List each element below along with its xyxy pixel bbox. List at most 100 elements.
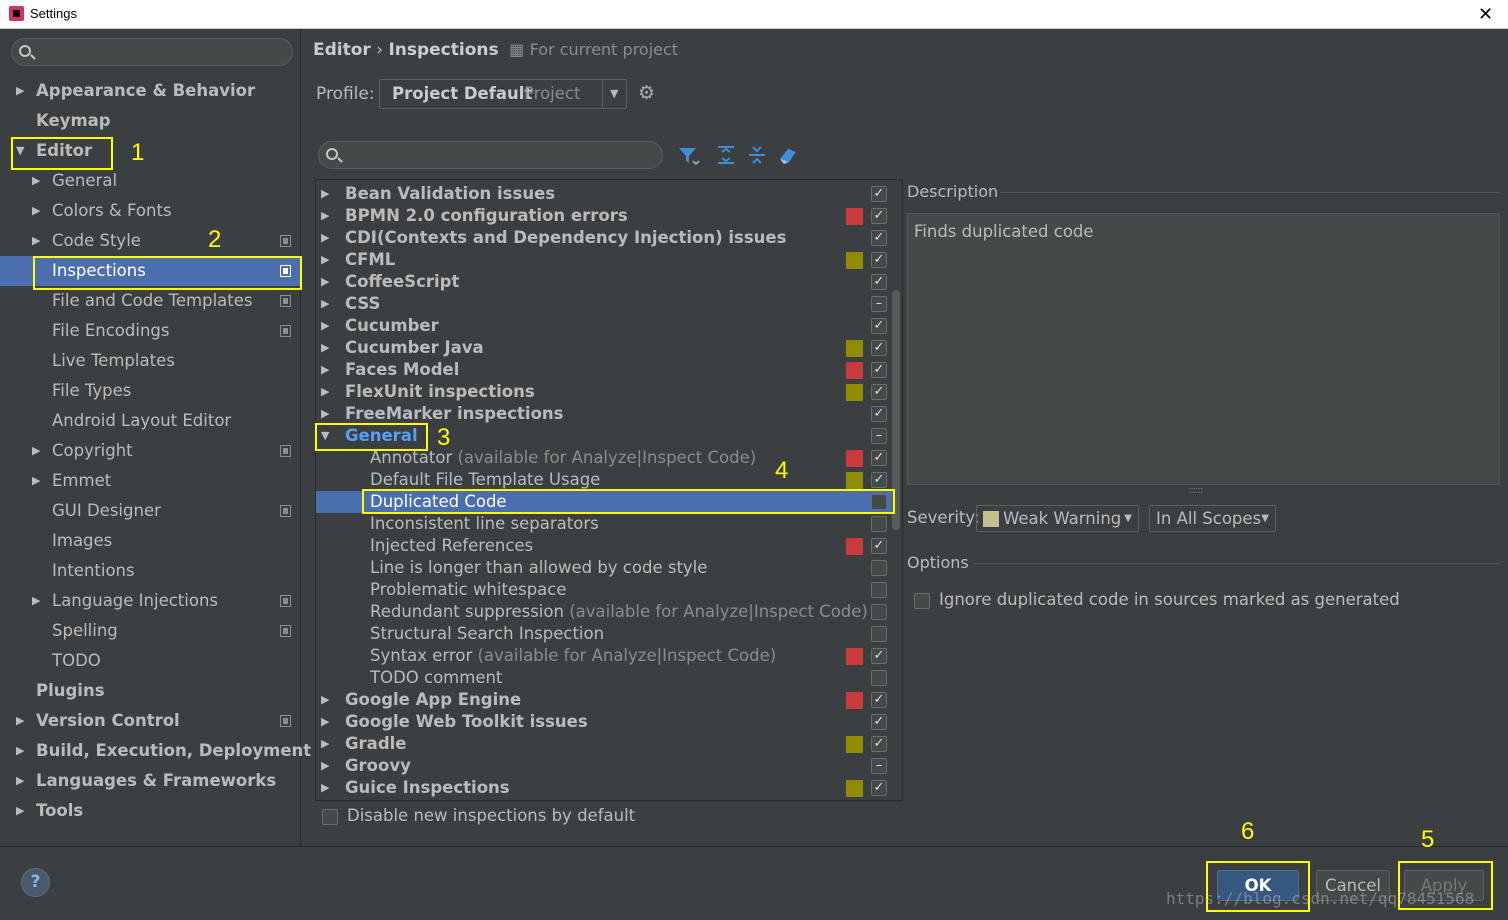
inspection-checkbox[interactable]: ✓ (871, 318, 887, 334)
inspection-checkbox[interactable]: ✓ (871, 252, 887, 268)
checkbox-box[interactable] (322, 809, 338, 825)
collapsed-arrow-icon[interactable]: ▶ (321, 183, 329, 205)
sidebar-item[interactable]: ▶ Build, Execution, Deployment (0, 736, 311, 766)
inspection-item[interactable]: Problematic whitespace (316, 579, 896, 601)
inspection-group[interactable]: ▶ Cucumber ✓ (316, 315, 896, 337)
collapsed-arrow-icon[interactable]: ▶ (32, 196, 40, 226)
inspection-group[interactable]: ▶ CSS – (316, 293, 896, 315)
collapsed-arrow-icon[interactable]: ▶ (32, 466, 40, 496)
sidebar-item[interactable]: Intentions (0, 556, 300, 586)
collapsed-arrow-icon[interactable]: ▶ (16, 766, 24, 796)
collapsed-arrow-icon[interactable]: ▶ (16, 736, 24, 766)
inspection-checkbox[interactable]: – (871, 296, 887, 312)
sidebar-item[interactable]: ▶ Colors & Fonts (0, 196, 300, 226)
collapsed-arrow-icon[interactable]: ▶ (321, 315, 329, 337)
inspection-group[interactable]: ▶ Faces Model ✓ (316, 359, 896, 381)
collapsed-arrow-icon[interactable]: ▶ (32, 436, 40, 466)
inspection-group[interactable]: ▶ Guice Inspections ✓ (316, 777, 896, 799)
inspection-group[interactable]: ▶ BPMN 2.0 configuration errors ✓ (316, 205, 896, 227)
sidebar-item[interactable]: ▶ Version Control (0, 706, 300, 736)
sidebar-item[interactable]: File Encodings (0, 316, 300, 346)
breadcrumb-parent[interactable]: Editor (313, 40, 371, 60)
sidebar-item[interactable]: GUI Designer (0, 496, 300, 526)
inspection-group[interactable]: ▶ Google App Engine ✓ (316, 689, 896, 711)
inspection-search-input[interactable] (318, 141, 663, 169)
inspection-checkbox[interactable] (871, 626, 887, 642)
collapsed-arrow-icon[interactable]: ▶ (32, 226, 40, 256)
collapsed-arrow-icon[interactable]: ▶ (321, 755, 329, 777)
collapsed-arrow-icon[interactable]: ▶ (321, 249, 329, 271)
inspection-item[interactable]: Injected References ✓ (316, 535, 896, 557)
inspection-checkbox[interactable]: ✓ (871, 538, 887, 554)
inspection-item[interactable]: Structural Search Inspection (316, 623, 896, 645)
sidebar-item[interactable]: ▶ Language Injections (0, 586, 300, 616)
close-icon[interactable]: ✕ (1478, 4, 1493, 25)
sidebar-item[interactable]: ▶ Emmet (0, 466, 300, 496)
settings-search-input[interactable] (11, 38, 293, 66)
inspection-item[interactable]: Default File Template Usage ✓ (316, 469, 896, 491)
sidebar-item[interactable]: Spelling (0, 616, 300, 646)
sidebar-item[interactable]: ▶ Languages & Frameworks (0, 766, 300, 796)
scope-dropdown[interactable]: In All Scopes ▼ (1149, 505, 1276, 532)
collapsed-arrow-icon[interactable]: ▶ (321, 293, 329, 315)
inspection-checkbox[interactable]: ✓ (871, 648, 887, 664)
sidebar-item[interactable]: ▶ General (0, 166, 300, 196)
sidebar-item[interactable]: ▶ Copyright (0, 436, 300, 466)
sidebar-item[interactable]: Live Templates (0, 346, 300, 376)
collapsed-arrow-icon[interactable]: ▶ (321, 689, 329, 711)
profile-dropdown[interactable]: Project Default Project ▼ (379, 79, 627, 109)
sidebar-item[interactable]: ▶ Code Style (0, 226, 300, 256)
inspection-checkbox[interactable] (871, 604, 887, 620)
inspection-group[interactable]: ▶ Groovy – (316, 755, 896, 777)
inspection-group[interactable]: ▶ FlexUnit inspections ✓ (316, 381, 896, 403)
inspection-checkbox[interactable]: ✓ (871, 384, 887, 400)
inspection-checkbox[interactable]: ✓ (871, 340, 887, 356)
inspection-checkbox[interactable]: ✓ (871, 780, 887, 796)
collapsed-arrow-icon[interactable]: ▶ (32, 166, 40, 196)
collapsed-arrow-icon[interactable]: ▶ (321, 777, 329, 799)
checkbox-box[interactable] (914, 593, 930, 609)
sidebar-item[interactable]: File and Code Templates (0, 286, 300, 316)
collapsed-arrow-icon[interactable]: ▶ (321, 271, 329, 293)
inspection-checkbox[interactable]: – (871, 428, 887, 444)
resize-grip[interactable]: :::::: (1188, 485, 1203, 496)
inspection-group[interactable]: ▶ Bean Validation issues ✓ (316, 183, 896, 205)
collapsed-arrow-icon[interactable]: ▶ (16, 796, 24, 826)
inspection-checkbox[interactable]: ✓ (871, 692, 887, 708)
collapsed-arrow-icon[interactable]: ▶ (16, 76, 24, 106)
inspection-checkbox[interactable]: ✓ (871, 472, 887, 488)
collapsed-arrow-icon[interactable]: ▶ (321, 381, 329, 403)
inspection-checkbox[interactable] (871, 560, 887, 576)
inspection-checkbox[interactable]: ✓ (871, 362, 887, 378)
inspection-checkbox[interactable] (871, 516, 887, 532)
filter-icon[interactable] (676, 143, 700, 167)
collapse-all-icon[interactable] (745, 143, 769, 167)
collapsed-arrow-icon[interactable]: ▶ (321, 227, 329, 249)
inspection-checkbox[interactable]: ✓ (871, 736, 887, 752)
inspection-checkbox[interactable]: ✓ (871, 186, 887, 202)
inspection-group[interactable]: ▶ CoffeeScript ✓ (316, 271, 896, 293)
inspection-item[interactable]: Syntax error (available for Analyze|Insp… (316, 645, 896, 667)
sidebar-item[interactable]: ▶ Appearance & Behavior (0, 76, 300, 106)
help-icon[interactable]: ? (21, 868, 50, 897)
inspection-checkbox[interactable]: ✓ (871, 714, 887, 730)
inspection-item[interactable]: Inconsistent line separators (316, 513, 896, 535)
collapsed-arrow-icon[interactable]: ▶ (321, 337, 329, 359)
collapsed-arrow-icon[interactable]: ▶ (321, 403, 329, 425)
inspection-group[interactable]: ▶ Gradle ✓ (316, 733, 896, 755)
inspection-group[interactable]: ▶ FreeMarker inspections ✓ (316, 403, 896, 425)
sidebar-item[interactable]: Keymap (0, 106, 300, 136)
inspection-checkbox[interactable] (871, 582, 887, 598)
collapsed-arrow-icon[interactable]: ▶ (321, 205, 329, 227)
expand-all-icon[interactable] (714, 143, 738, 167)
inspection-group[interactable]: ▶ CFML ✓ (316, 249, 896, 271)
severity-dropdown[interactable]: Weak Warning ▼ (976, 505, 1139, 532)
sidebar-item[interactable]: ▶ Tools (0, 796, 300, 826)
inspection-checkbox[interactable]: ✓ (871, 230, 887, 246)
sidebar-item[interactable]: Images (0, 526, 300, 556)
inspection-checkbox[interactable]: – (871, 758, 887, 774)
collapsed-arrow-icon[interactable]: ▶ (16, 706, 24, 736)
inspection-item[interactable]: Redundant suppression (available for Ana… (316, 601, 896, 623)
sidebar-item[interactable]: File Types (0, 376, 300, 406)
inspection-checkbox[interactable]: ✓ (871, 274, 887, 290)
